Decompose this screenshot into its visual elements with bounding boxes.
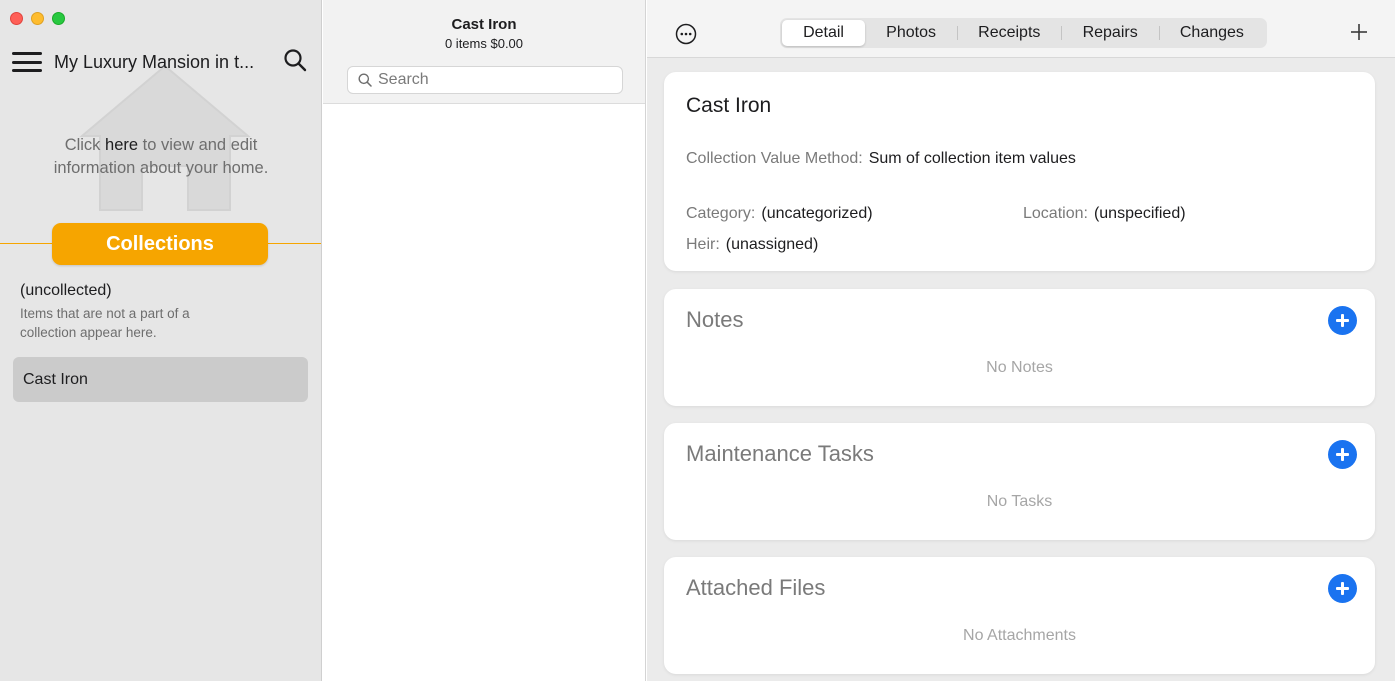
collection-title: Cast Iron bbox=[686, 94, 772, 117]
tab-repairs[interactable]: Repairs bbox=[1061, 20, 1158, 46]
close-window-button[interactable] bbox=[10, 12, 23, 25]
list-summary: 0 items $0.00 bbox=[444, 36, 524, 51]
list-header: Cast Iron 0 items $0.00 bbox=[323, 0, 645, 104]
notes-card: Notes No Notes bbox=[664, 289, 1375, 406]
home-info-link[interactable]: here bbox=[105, 136, 138, 154]
category-row: Category: (uncategorized) bbox=[686, 205, 873, 222]
attached-files-card: Attached Files No Attachments bbox=[664, 557, 1375, 674]
maintenance-tasks-card: Maintenance Tasks No Tasks bbox=[664, 423, 1375, 540]
minimize-window-button[interactable] bbox=[31, 12, 44, 25]
tasks-empty: No Tasks bbox=[986, 493, 1053, 510]
item-list-pane: Cast Iron 0 items $0.00 bbox=[323, 0, 646, 681]
tab-changes[interactable]: Changes bbox=[1158, 20, 1265, 46]
value-method-value[interactable]: Sum of collection item values bbox=[869, 150, 1076, 167]
uncollected-description: Items that are not a part of a collectio… bbox=[20, 306, 190, 340]
detail-tabs: Detail Photos Receipts Repairs Changes bbox=[780, 18, 1267, 48]
uncollected-title: (uncollected) bbox=[20, 282, 112, 299]
files-empty: No Attachments bbox=[963, 627, 1076, 644]
location-row: Location: (unspecified) bbox=[1023, 205, 1186, 222]
add-file-button[interactable] bbox=[1328, 574, 1357, 603]
notes-empty: No Notes bbox=[986, 359, 1053, 376]
tab-receipts[interactable]: Receipts bbox=[957, 20, 1061, 46]
add-task-button[interactable] bbox=[1328, 440, 1357, 469]
sidebar-item-cast-iron[interactable]: Cast Iron bbox=[13, 357, 308, 402]
location-value[interactable]: (unspecified) bbox=[1094, 205, 1186, 222]
add-note-button[interactable] bbox=[1328, 306, 1357, 335]
search-input[interactable] bbox=[378, 71, 608, 89]
sidebar-item-uncollected[interactable]: (uncollected) Items that are not a part … bbox=[20, 282, 310, 342]
search-field[interactable] bbox=[347, 66, 623, 94]
detail-toolbar: Detail Photos Receipts Repairs Changes bbox=[647, 0, 1395, 58]
search-icon[interactable] bbox=[283, 48, 307, 72]
home-title[interactable]: My Luxury Mansion in t... bbox=[54, 52, 254, 73]
list-title: Cast Iron bbox=[451, 16, 517, 33]
search-icon bbox=[358, 73, 372, 87]
heir-value[interactable]: (unassigned) bbox=[726, 236, 819, 253]
zoom-window-button[interactable] bbox=[52, 12, 65, 25]
files-title: Attached Files bbox=[686, 575, 826, 600]
collection-detail-card: Cast Iron Collection Value Method: Sum of… bbox=[664, 72, 1375, 271]
notes-title: Notes bbox=[686, 307, 744, 332]
tab-detail[interactable]: Detail bbox=[782, 20, 866, 46]
plus-icon[interactable] bbox=[1349, 22, 1369, 42]
hamburger-icon[interactable] bbox=[12, 52, 42, 72]
tasks-title: Maintenance Tasks bbox=[686, 441, 874, 466]
detail-pane: Detail Photos Receipts Repairs Changes C… bbox=[647, 0, 1395, 681]
tab-photos[interactable]: Photos bbox=[865, 20, 957, 46]
window-controls bbox=[10, 12, 65, 25]
category-value[interactable]: (uncategorized) bbox=[761, 205, 872, 222]
collections-header[interactable]: Collections bbox=[52, 223, 268, 265]
heir-row: Heir: (unassigned) bbox=[686, 236, 819, 253]
value-method-row: Collection Value Method: Sum of collectio… bbox=[686, 150, 1076, 167]
sidebar: My Luxury Mansion in t... Click here to … bbox=[0, 0, 322, 681]
home-info-hint: Click here to view and edit information … bbox=[53, 136, 269, 177]
more-icon[interactable] bbox=[675, 23, 697, 45]
